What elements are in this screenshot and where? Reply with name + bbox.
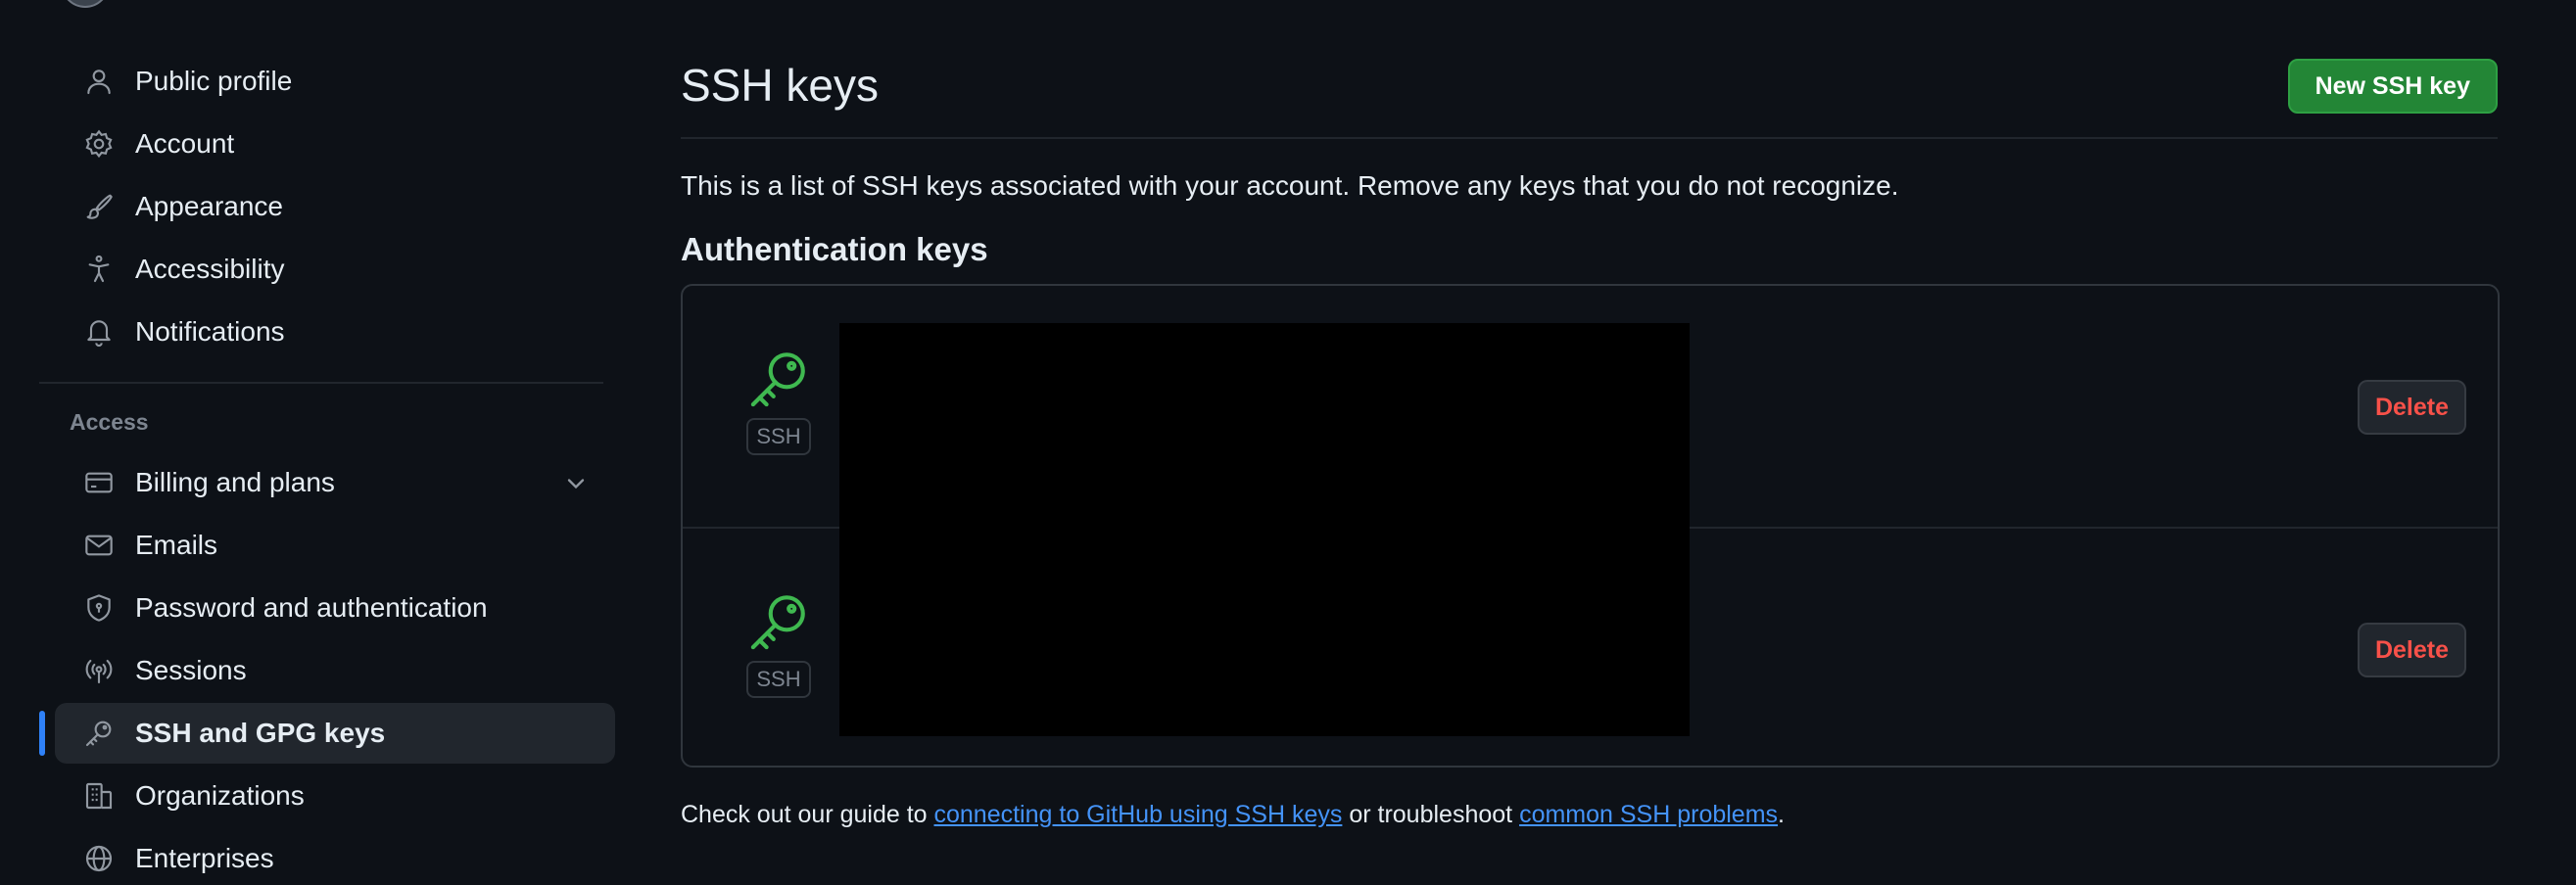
mail-icon bbox=[82, 529, 116, 562]
sidebar-item-label: Emails bbox=[135, 530, 218, 560]
sidebar-item-organizations[interactable]: Organizations bbox=[55, 766, 615, 826]
ssh-badge: SSH bbox=[746, 418, 811, 455]
avatar[interactable] bbox=[61, 0, 110, 8]
sidebar-section-access: Access bbox=[70, 408, 149, 435]
key-type: SSH bbox=[743, 589, 814, 698]
sidebar-item-label: Notifications bbox=[135, 316, 285, 347]
guide-middle: or troubleshoot bbox=[1342, 801, 1520, 828]
delete-key-button[interactable]: Delete bbox=[2357, 380, 2466, 435]
page-header: SSH keys New SSH key bbox=[681, 0, 2498, 139]
sidebar-item-label: Sessions bbox=[135, 655, 247, 685]
guide-prefix: Check out our guide to bbox=[681, 801, 934, 828]
new-ssh-key-button[interactable]: New SSH key bbox=[2287, 59, 2498, 114]
sidebar-item-label: Accessibility bbox=[135, 254, 285, 284]
settings-sidebar: Public profile Account Appearance Access… bbox=[39, 51, 615, 885]
settings-page: Public profile Account Appearance Access… bbox=[0, 0, 2576, 885]
shield-lock-icon bbox=[82, 591, 116, 625]
redacted-key-details bbox=[839, 323, 1690, 736]
key-icon bbox=[750, 595, 805, 650]
troubleshoot-link[interactable]: common SSH problems bbox=[1519, 801, 1778, 828]
sidebar-divider bbox=[39, 382, 603, 384]
sidebar-item-account[interactable]: Account bbox=[55, 114, 615, 174]
key-type: SSH bbox=[743, 347, 814, 455]
guide-suffix: . bbox=[1778, 801, 1785, 828]
sidebar-item-notifications[interactable]: Notifications bbox=[55, 302, 615, 362]
sidebar-item-sessions[interactable]: Sessions bbox=[55, 640, 615, 701]
person-icon bbox=[82, 65, 116, 98]
accessibility-icon bbox=[82, 253, 116, 286]
connecting-guide-link[interactable]: connecting to GitHub using SSH keys bbox=[934, 801, 1343, 828]
sidebar-item-label: Billing and plans bbox=[135, 467, 335, 497]
sidebar-item-label: Password and authentication bbox=[135, 592, 488, 623]
globe-icon bbox=[82, 842, 116, 875]
organization-icon bbox=[82, 779, 116, 813]
sidebar-item-billing[interactable]: Billing and plans bbox=[55, 452, 615, 513]
sidebar-item-label: Organizations bbox=[135, 780, 305, 811]
sidebar-item-label: Public profile bbox=[135, 66, 293, 96]
sidebar-item-password[interactable]: Password and authentication bbox=[55, 578, 615, 638]
sidebar-item-appearance[interactable]: Appearance bbox=[55, 176, 615, 237]
sidebar-item-public-profile[interactable]: Public profile bbox=[55, 51, 615, 112]
key-icon bbox=[82, 717, 116, 750]
sidebar-item-ssh-gpg-keys[interactable]: SSH and GPG keys bbox=[39, 703, 615, 764]
bell-icon bbox=[82, 315, 116, 349]
broadcast-icon bbox=[82, 654, 116, 687]
sidebar-item-label: Appearance bbox=[135, 191, 284, 221]
chevron-down-icon[interactable] bbox=[562, 470, 590, 497]
keys-list: SSH Delete SSH Delete bbox=[681, 284, 2500, 768]
active-indicator bbox=[39, 711, 45, 756]
main-content: SSH keys New SSH key This is a list of S… bbox=[681, 0, 2500, 829]
intro-text: This is a list of SSH keys associated wi… bbox=[681, 170, 1899, 201]
key-icon bbox=[750, 352, 805, 407]
sidebar-item-accessibility[interactable]: Accessibility bbox=[55, 239, 615, 300]
paintbrush-icon bbox=[82, 190, 116, 223]
page-title: SSH keys bbox=[681, 60, 879, 111]
sidebar-item-enterprises[interactable]: Enterprises bbox=[55, 828, 615, 885]
sidebar-item-label: Account bbox=[135, 128, 235, 159]
credit-card-icon bbox=[82, 466, 116, 499]
gear-icon bbox=[82, 127, 116, 161]
sidebar-item-label: SSH and GPG keys bbox=[135, 718, 386, 748]
ssh-badge: SSH bbox=[746, 661, 811, 698]
delete-key-button[interactable]: Delete bbox=[2357, 623, 2466, 677]
sidebar-item-label: Enterprises bbox=[135, 843, 274, 873]
authentication-keys-heading: Authentication keys bbox=[681, 231, 988, 267]
sidebar-item-emails[interactable]: Emails bbox=[55, 515, 615, 576]
guide-text: Check out our guide to connecting to Git… bbox=[681, 801, 2498, 829]
